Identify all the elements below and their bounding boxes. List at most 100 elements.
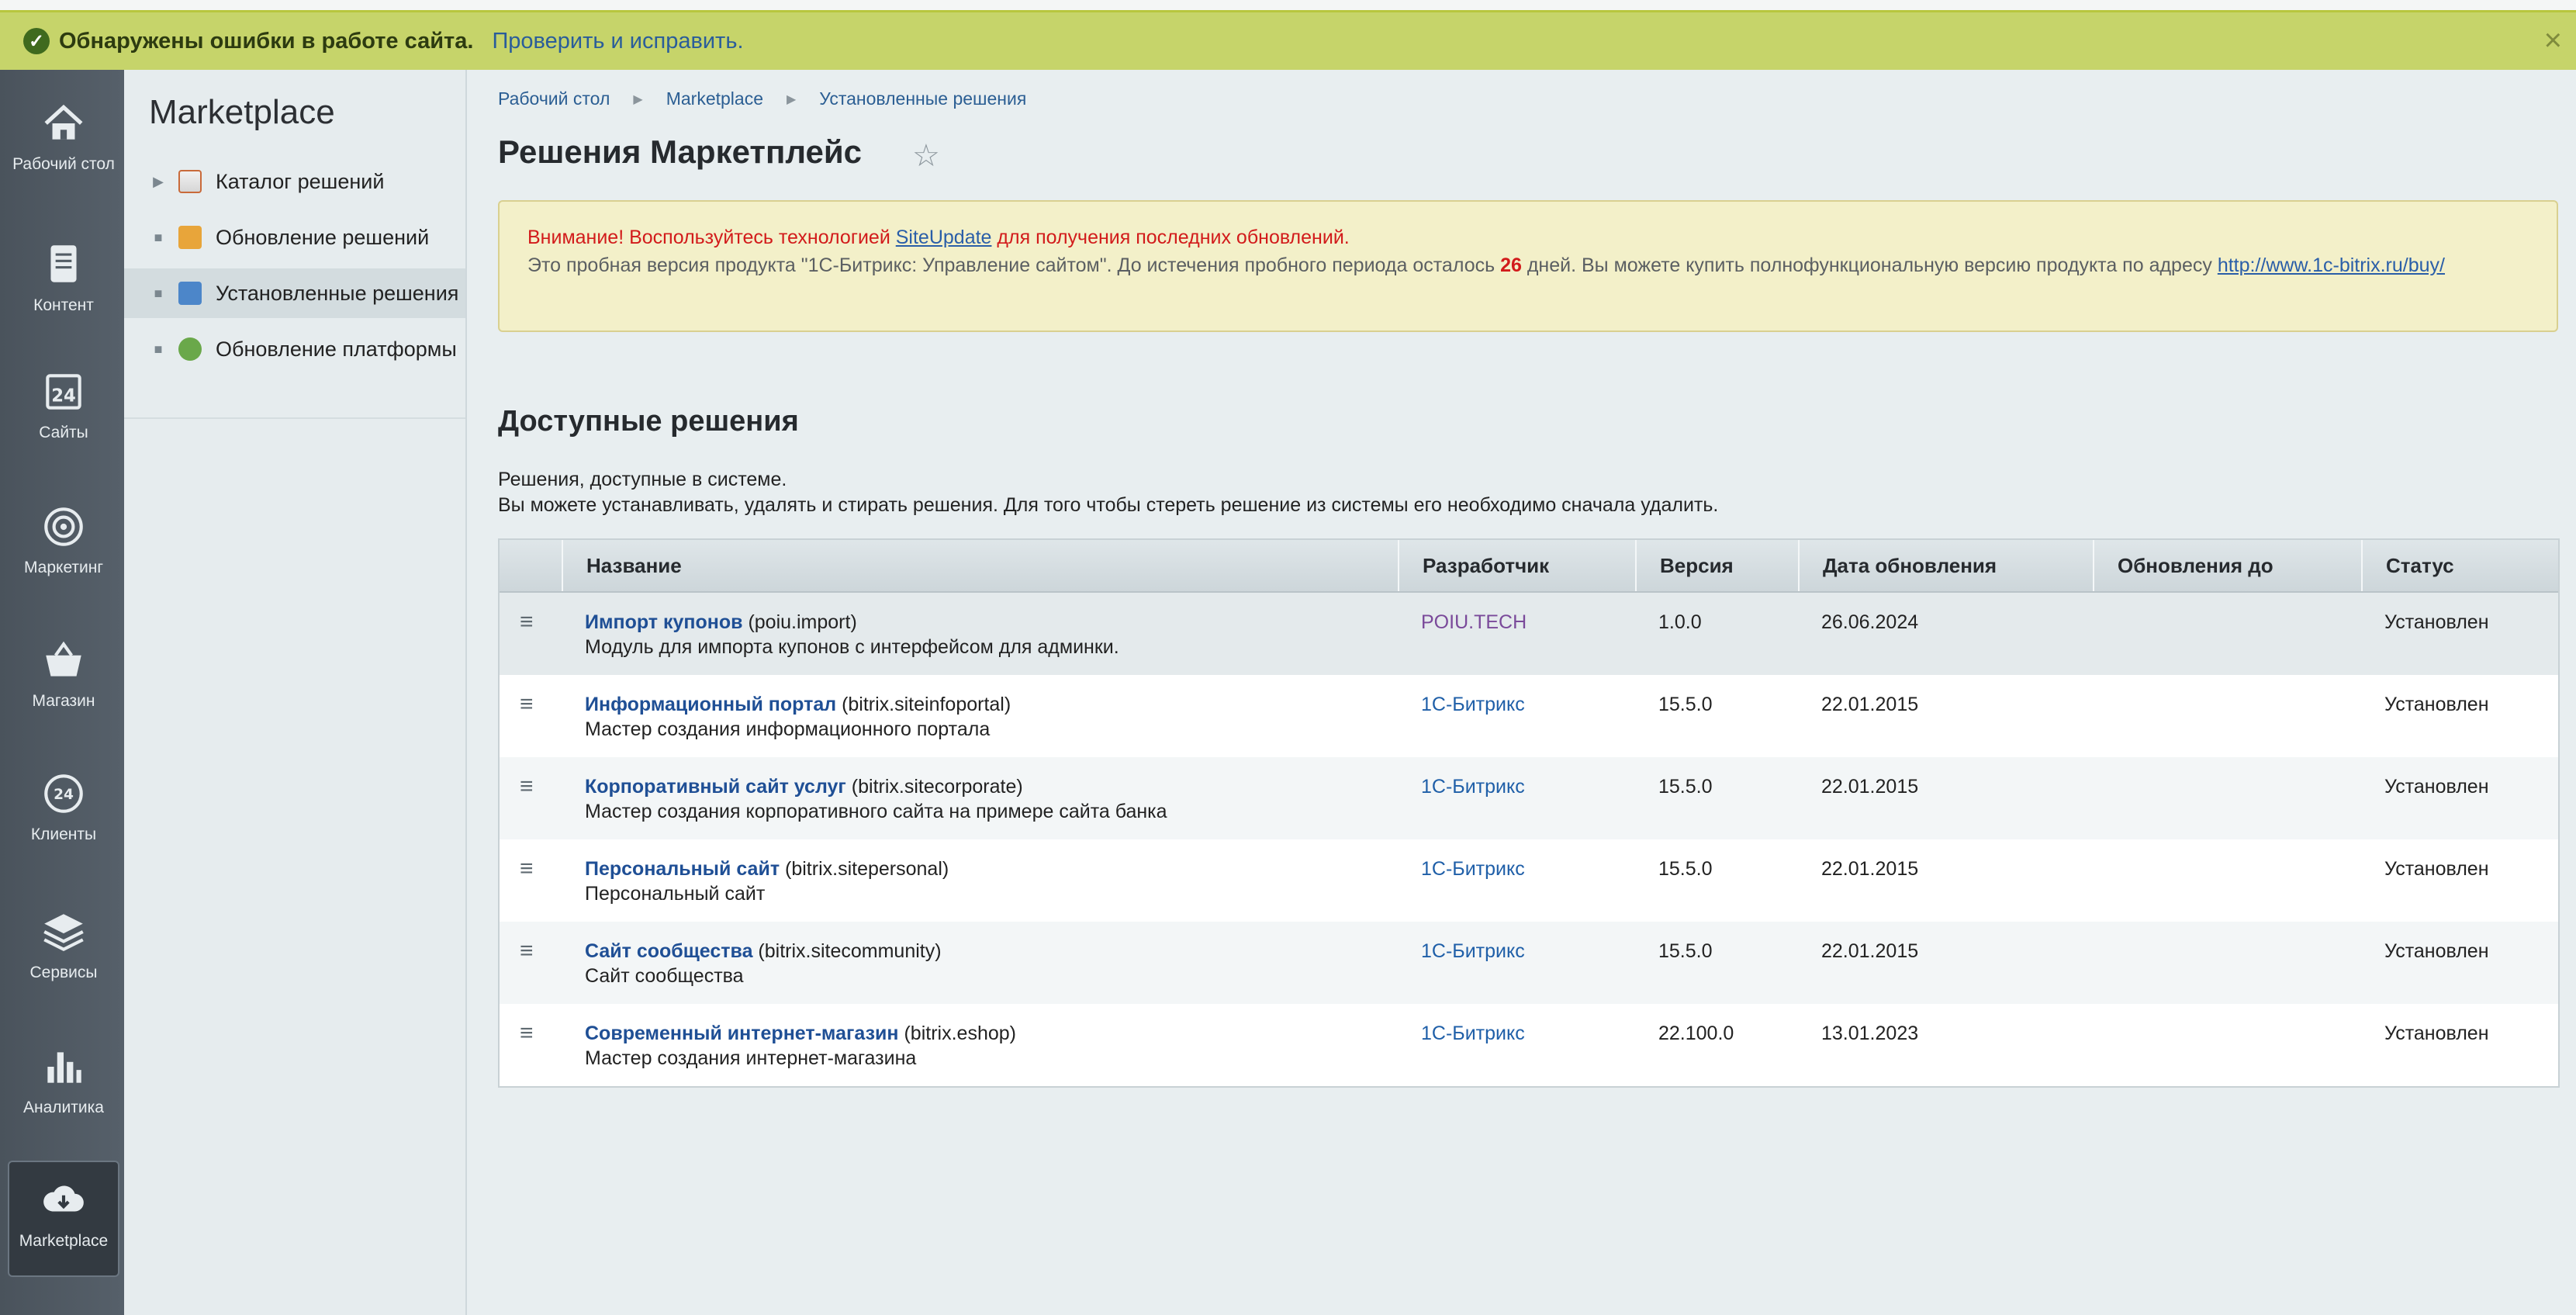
solution-desc: Персональный сайт [585, 883, 766, 905]
header-actions [500, 540, 562, 591]
update-date: 22.01.2015 [1821, 776, 1919, 798]
solution-name[interactable]: Сайт сообщества [585, 940, 752, 962]
header-status[interactable]: Статус [2361, 540, 2558, 591]
header-name[interactable]: Название [562, 540, 1398, 591]
row-menu-icon[interactable]: ≡ [520, 691, 534, 717]
updates-until [2093, 675, 2361, 757]
row-menu-icon[interactable]: ≡ [520, 773, 534, 799]
installed-icon [178, 282, 202, 305]
developer-link[interactable]: 1С-Битрикс [1421, 776, 1525, 798]
updates-until [2093, 1004, 2361, 1086]
nav-desktop[interactable]: Рабочий стол [8, 85, 119, 202]
nav-sites[interactable]: 24 Сайты [8, 354, 119, 470]
solution-name[interactable]: Корпоративный сайт услуг [585, 776, 846, 798]
header-version[interactable]: Версия [1635, 540, 1798, 591]
siteupdate-link[interactable]: SiteUpdate [896, 227, 992, 248]
version: 1.0.0 [1658, 611, 1702, 633]
breadcrumb-item[interactable]: Установленные решения [819, 88, 1026, 109]
bullet-icon: ■ [154, 285, 163, 301]
table-row[interactable]: ≡ Импорт купонов (poiu.import) Модуль для… [500, 593, 2558, 675]
table-row[interactable]: ≡ Информационный портал (bitrix.siteinfo… [500, 675, 2558, 757]
svg-text:24: 24 [54, 787, 74, 803]
expand-arrow-icon[interactable]: ▶ [152, 174, 164, 190]
version: 15.5.0 [1658, 858, 1713, 880]
browser-top-strip [0, 0, 2576, 12]
developer-link[interactable]: 1С-Битрикс [1421, 1023, 1525, 1044]
section-desc-line: Решения, доступные в системе. [498, 469, 787, 490]
header-date[interactable]: Дата обновления [1798, 540, 2093, 591]
close-icon[interactable]: × [2544, 23, 2562, 58]
developer-link[interactable]: 1С-Битрикс [1421, 940, 1525, 962]
main-content: Рабочий стол ▶ Marketplace ▶ Установленн… [469, 70, 2576, 1315]
nav-label: Клиенты [30, 825, 97, 843]
table-row[interactable]: ≡ Персональный сайт (bitrix.sitepersonal… [500, 839, 2558, 922]
header-developer[interactable]: Разработчик [1398, 540, 1635, 591]
row-menu-icon[interactable]: ≡ [520, 1020, 534, 1046]
subnav-item-platform[interactable]: ■ Обновление платформы [124, 324, 465, 374]
update-date: 13.01.2023 [1821, 1023, 1919, 1044]
trial-text: Это пробная версия продукта "1С-Битрикс:… [527, 254, 1495, 276]
alert-message: Обнаружены ошибки в работе сайта. [59, 28, 474, 54]
developer-link[interactable]: POIU.TECH [1421, 611, 1527, 633]
clients-24-icon: 24 [44, 774, 83, 813]
solution-desc: Сайт сообщества [585, 965, 744, 987]
bar-chart-icon [47, 1052, 81, 1083]
subnav-item-catalog[interactable]: ▶ Каталог решений [124, 157, 465, 206]
header-updates-until[interactable]: Обновления до [2093, 540, 2361, 591]
table-row[interactable]: ≡ Сайт сообщества (bitrix.sitecommunity)… [500, 922, 2558, 1004]
notice-warning-suffix: для получения последних обновлений. [997, 227, 1350, 248]
nav-marketplace[interactable]: Marketplace [8, 1161, 119, 1277]
alert-fix-link[interactable]: Проверить и исправить. [492, 29, 743, 54]
svg-text:24: 24 [51, 386, 76, 406]
solution-name[interactable]: Информационный портал [585, 694, 836, 715]
solution-desc: Модуль для импорта купонов с интерфейсом… [585, 636, 1119, 658]
basket-icon [46, 641, 81, 677]
nav-marketing[interactable]: Маркетинг [8, 489, 119, 605]
solution-code: (bitrix.siteinfoportal) [842, 694, 1011, 715]
subnav-label: Обновление платформы [216, 337, 457, 361]
subnav-label: Установленные решения [216, 281, 459, 305]
version: 22.100.0 [1658, 1023, 1734, 1044]
nav-content[interactable]: Контент [8, 227, 119, 343]
subnav-label: Каталог решений [216, 169, 385, 193]
table-row[interactable]: ≡ Корпоративный сайт услуг (bitrix.sitec… [500, 757, 2558, 839]
nav-label: Сайты [39, 424, 88, 441]
breadcrumb-arrow-icon: ▶ [633, 92, 643, 106]
favorite-star-icon[interactable]: ☆ [912, 138, 940, 174]
row-menu-icon[interactable]: ≡ [520, 938, 534, 964]
nav-clients[interactable]: 24 Клиенты [8, 756, 119, 872]
buy-link[interactable]: http://www.1c-bitrix.ru/buy/ [2218, 254, 2445, 276]
trial-days: 26 [1500, 254, 1522, 276]
updates-until [2093, 593, 2361, 675]
nav-services[interactable]: Сервисы [8, 894, 119, 1010]
solution-code: (bitrix.sitecorporate) [851, 776, 1023, 798]
developer-link[interactable]: 1С-Битрикс [1421, 694, 1525, 715]
nav-analytics[interactable]: Аналитика [8, 1029, 119, 1145]
row-menu-icon[interactable]: ≡ [520, 609, 534, 635]
nav-label: Контент [33, 296, 94, 314]
check-icon: ✓ [23, 28, 50, 54]
row-menu-icon[interactable]: ≡ [520, 856, 534, 881]
calendar-24-icon: 24 [46, 374, 81, 410]
subnav-item-installed[interactable]: ■ Установленные решения [124, 268, 465, 318]
main-sidebar: Рабочий стол Контент 24 Сайты Маркетинг … [0, 70, 124, 1315]
update-icon [178, 226, 202, 249]
nav-label: Рабочий стол [12, 155, 115, 173]
nav-shop[interactable]: Магазин [8, 622, 119, 739]
subnav-item-updates[interactable]: ■ Обновление решений [124, 213, 465, 262]
section-sidebar: Marketplace ▶ Каталог решений ■ Обновлен… [124, 70, 467, 1315]
bullet-icon: ■ [154, 341, 163, 357]
section-title: Доступные решения [498, 405, 799, 438]
section-description: Решения, доступные в системе. Вы можете … [498, 467, 1718, 518]
update-date: 22.01.2015 [1821, 694, 1919, 715]
breadcrumb-item[interactable]: Рабочий стол [498, 88, 610, 109]
solution-name[interactable]: Современный интернет-магазин [585, 1023, 899, 1044]
breadcrumb-item[interactable]: Marketplace [666, 88, 763, 109]
trial-text-suffix: дней. Вы можете купить полнофункциональн… [1527, 254, 2212, 276]
developer-link[interactable]: 1С-Битрикс [1421, 858, 1525, 880]
table-row[interactable]: ≡ Современный интернет-магазин (bitrix.e… [500, 1004, 2558, 1086]
solution-name[interactable]: Персональный сайт [585, 858, 780, 880]
version: 15.5.0 [1658, 940, 1713, 962]
solution-name[interactable]: Импорт купонов [585, 611, 743, 633]
page-title: Решения Маркетплейс [498, 133, 862, 170]
